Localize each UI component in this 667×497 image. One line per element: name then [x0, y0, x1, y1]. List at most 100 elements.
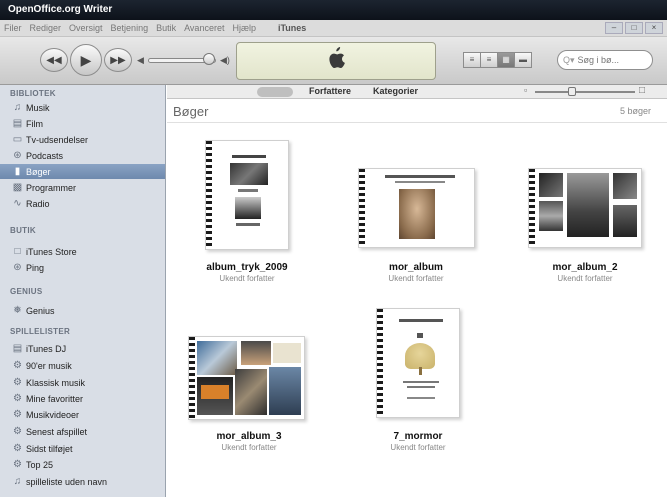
sidebar-section-store: BUTIK: [10, 226, 36, 235]
smart-playlist-icon: ⚙: [13, 426, 22, 437]
cover-photo: [197, 341, 237, 375]
book-cover[interactable]: [205, 140, 289, 250]
search-field[interactable]: Q▾: [557, 50, 653, 70]
apple-logo-icon: [327, 47, 345, 75]
sidebar-item-itunes-dj[interactable]: ▤ iTunes DJ: [0, 341, 165, 356]
itunes-window: OpenOffice.org Writer Filer Rediger Over…: [0, 0, 667, 497]
menu-avanceret[interactable]: Avanceret: [180, 23, 228, 33]
sidebar-item-unnamed-playlist[interactable]: ♫ spilleliste uden navn: [0, 474, 165, 489]
browse-bar: Forfattere Kategorier ▫ □: [167, 85, 667, 99]
sidebar-item-label: Musikvideoer: [26, 409, 80, 420]
close-button[interactable]: ×: [645, 22, 663, 34]
window-controls: – □ ×: [605, 22, 663, 34]
cover-text-line: [236, 223, 260, 226]
sidebar-item-itunes-store[interactable]: □ iTunes Store: [0, 244, 165, 259]
album-list-view-button[interactable]: ≡: [480, 52, 498, 68]
book-title: mor_album_2: [552, 262, 618, 273]
minimize-button[interactable]: –: [605, 22, 623, 34]
smart-playlist-icon: ⚙: [13, 360, 22, 371]
item-count: 5 bøger: [620, 106, 652, 116]
sidebar-item-label: Podcasts: [26, 150, 64, 161]
book-cover[interactable]: [376, 308, 460, 418]
categories-column-button[interactable]: Kategorier: [373, 86, 418, 96]
sidebar-item-90er-musik[interactable]: ⚙ 90'er musik: [0, 358, 165, 373]
play-button[interactable]: ▶: [70, 44, 102, 76]
authors-column-button[interactable]: Forfattere: [309, 86, 351, 96]
sidebar-item-musikvideoer[interactable]: ⚙ Musikvideoer: [0, 407, 165, 422]
coverflow-view-button[interactable]: ▬: [514, 52, 532, 68]
cover-photo: [269, 367, 301, 415]
sidebar-section-library: BIBLIOTEK: [10, 89, 56, 98]
books-column-button[interactable]: [257, 87, 293, 97]
next-track-button[interactable]: ▶▶: [104, 48, 132, 72]
menu-oversigt[interactable]: Oversigt: [65, 23, 107, 33]
sidebar-item-label: Mine favoritter: [26, 393, 84, 404]
list-view-button[interactable]: ≡: [463, 52, 481, 68]
sidebar-item-label: Musik: [26, 102, 50, 113]
dj-icon: ▤: [12, 343, 23, 354]
menu-rediger[interactable]: Rediger: [26, 23, 66, 33]
cover-text-line: [238, 189, 258, 192]
sidebar-item-klassisk-musik[interactable]: ⚙ Klassisk musik: [0, 375, 165, 390]
tv-icon: ▭: [12, 134, 23, 145]
zoom-in-icon[interactable]: □: [639, 85, 645, 96]
sidebar-section-genius: GENIUS: [10, 287, 43, 296]
sidebar-item-label: iTunes DJ: [26, 343, 67, 354]
cover-photo: [613, 173, 637, 199]
menu-betjening[interactable]: Betjening: [107, 23, 153, 33]
sidebar-item-film[interactable]: ▤ Film: [0, 116, 165, 131]
sidebar-item-mine-favoritter[interactable]: ⚙ Mine favoritter: [0, 391, 165, 406]
sidebar-item-label: Top 25: [26, 459, 54, 470]
grid-view-button[interactable]: ▦: [497, 52, 515, 68]
sidebar-item-programmer[interactable]: ▩ Programmer: [0, 180, 165, 195]
sidebar-item-sidst-tilfojet[interactable]: ⚙ Sidst tilføjet: [0, 441, 165, 456]
sidebar-item-radio[interactable]: ∿ Radio: [0, 196, 165, 211]
window-title: OpenOffice.org Writer: [8, 4, 113, 15]
sidebar-item-label: Klassisk musik: [26, 377, 86, 388]
divider: [167, 122, 667, 123]
sidebar-item-podcasts[interactable]: ⊛ Podcasts: [0, 148, 165, 163]
book-cover[interactable]: [358, 168, 475, 248]
smart-playlist-icon: ⚙: [13, 459, 22, 470]
menu-hjaelp[interactable]: Hjælp: [228, 23, 260, 33]
volume-slider-knob[interactable]: [203, 53, 215, 65]
book-cover[interactable]: [188, 336, 305, 420]
previous-track-button[interactable]: ◀◀: [40, 48, 68, 72]
book-title: album_tryk_2009: [206, 262, 288, 273]
rewind-icon: ◀◀: [46, 54, 62, 66]
cover-photo: [201, 385, 229, 399]
sidebar-item-label: iTunes Store: [26, 246, 77, 257]
cover-text-line: [417, 333, 423, 338]
sidebar-item-ping[interactable]: ⊛ Ping: [0, 260, 165, 275]
menu-bar: Filer Rediger Oversigt Betjening Butik A…: [0, 20, 667, 37]
sidebar-item-genius[interactable]: ❅ Genius: [0, 303, 165, 318]
zoom-slider[interactable]: [535, 91, 635, 93]
page-title: Bøger: [173, 104, 209, 119]
status-display: [236, 42, 436, 80]
sidebar-item-boger[interactable]: ▮ Bøger: [0, 164, 165, 179]
radio-icon: ∿: [13, 198, 22, 209]
sidebar-item-label: Senest afspillet: [26, 426, 88, 437]
cover-photo: [399, 189, 435, 239]
sidebar-item-tv[interactable]: ▭ Tv-udsendelser: [0, 132, 165, 147]
search-icon: Q▾: [563, 54, 575, 65]
film-icon: ▤: [12, 118, 23, 129]
sidebar-item-top-25[interactable]: ⚙ Top 25: [0, 457, 165, 472]
smart-playlist-icon: ⚙: [13, 443, 22, 454]
store-icon: □: [14, 246, 21, 257]
sidebar-item-musik[interactable]: ♫ Musik: [0, 100, 165, 115]
tree-illustration: [405, 343, 435, 369]
spiral-binding: [359, 169, 365, 247]
sidebar-item-senest-afspillet[interactable]: ⚙ Senest afspillet: [0, 424, 165, 439]
book-author: Ukendt forfatter: [388, 274, 444, 283]
maximize-button[interactable]: □: [625, 22, 643, 34]
menu-butik[interactable]: Butik: [152, 23, 180, 33]
menu-filer[interactable]: Filer: [0, 23, 26, 33]
cover-photo: [235, 197, 261, 219]
book-cover[interactable]: [528, 168, 642, 248]
zoom-out-icon[interactable]: ▫: [524, 85, 527, 95]
music-note-icon: ♫: [13, 102, 22, 113]
zoom-slider-knob[interactable]: [568, 87, 576, 96]
search-input[interactable]: [577, 55, 648, 65]
spiral-binding: [529, 169, 535, 247]
